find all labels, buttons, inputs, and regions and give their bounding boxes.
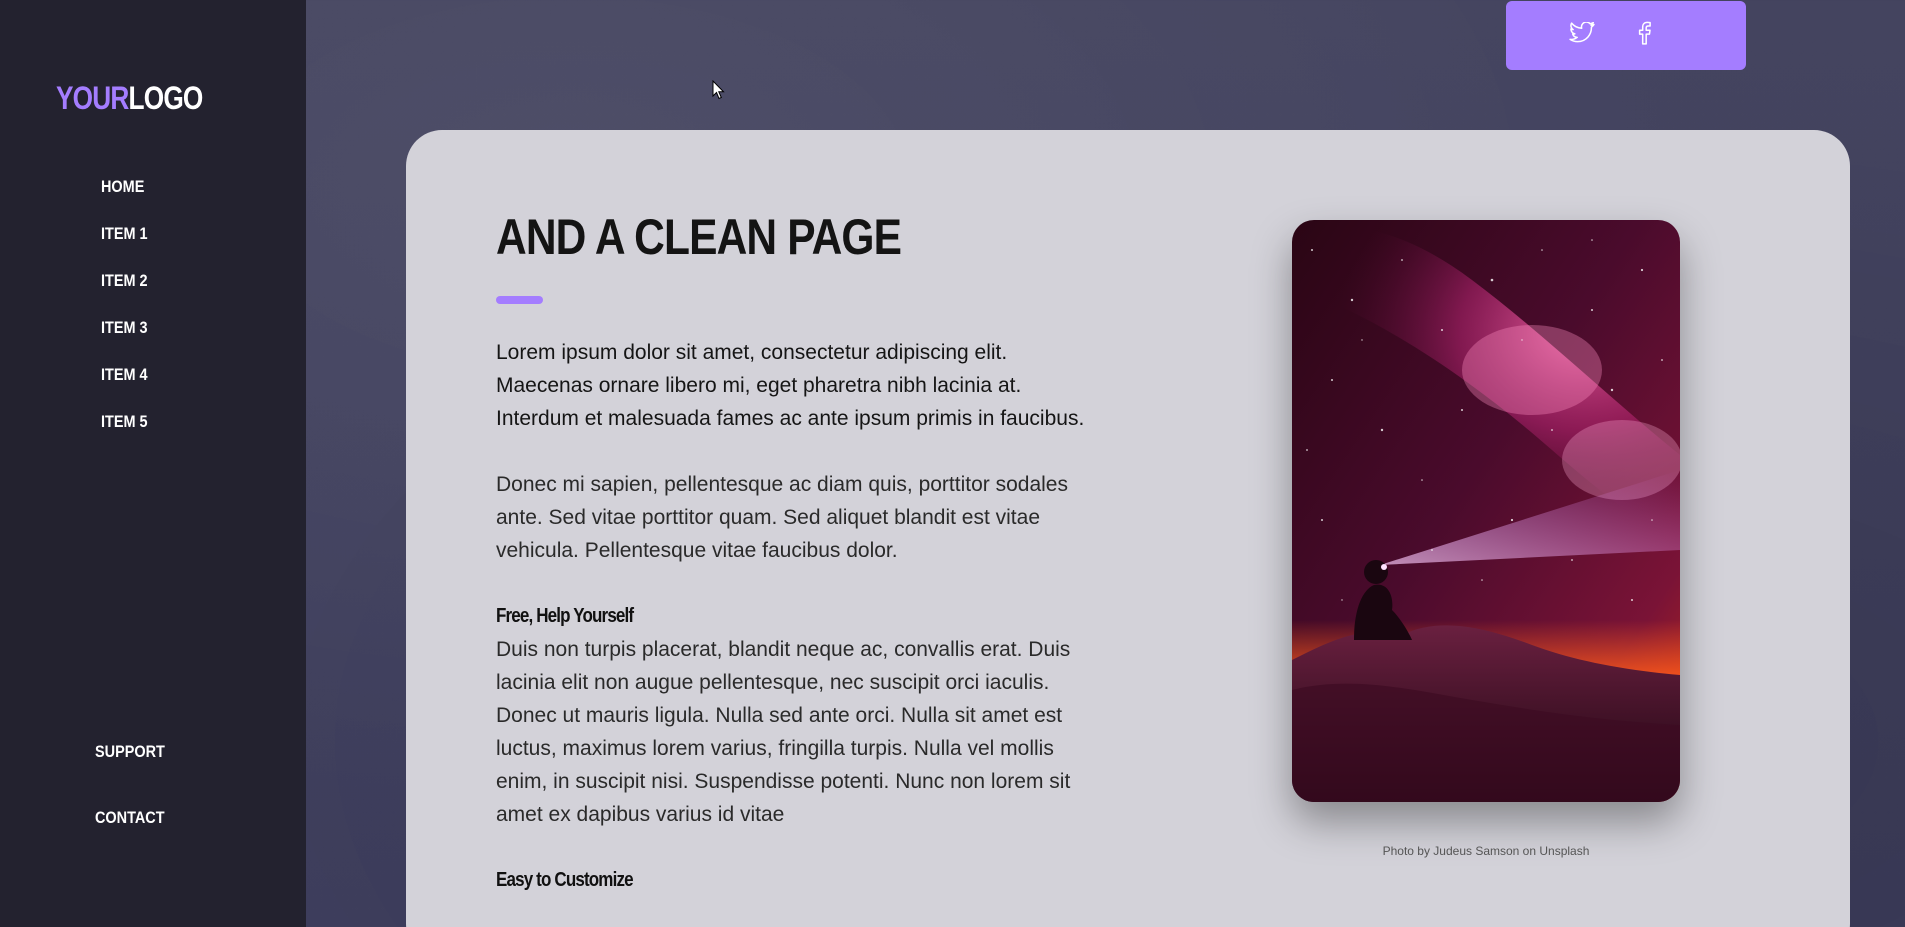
title-accent-bar <box>496 296 543 304</box>
content-card: AND A CLEAN PAGE Lorem ipsum dolor sit a… <box>406 130 1850 927</box>
contact-link[interactable]: CONTACT <box>95 803 165 833</box>
nav-item-5: ITEM 5 <box>101 407 156 454</box>
nav-item-contact: CONTACT <box>95 803 177 869</box>
nav-item-4: ITEM 4 <box>101 360 156 407</box>
social-links-bar <box>1506 1 1746 70</box>
mouse-cursor-icon <box>712 80 725 100</box>
nav-link-item-4[interactable]: ITEM 4 <box>101 360 148 390</box>
body-paragraph-1: Donec mi sapien, pellentesque ac diam qu… <box>496 473 1068 562</box>
logo-part-your: YOUR <box>56 80 129 116</box>
section-heading-customize: Easy to Customize <box>496 869 634 891</box>
nav-link-home[interactable]: HOME <box>101 172 144 202</box>
logo[interactable]: YOURLOGO <box>56 78 203 118</box>
section-text-free: Duis non turpis placerat, blandit neque … <box>496 638 1071 826</box>
nav-link-item-2[interactable]: ITEM 2 <box>101 266 148 296</box>
hero-photo <box>1292 220 1680 802</box>
support-link[interactable]: SUPPORT <box>95 737 165 767</box>
nav-item-home: HOME <box>101 172 156 219</box>
section-heading-free: Free, Help Yourself <box>496 605 634 627</box>
nav-link-item-5[interactable]: ITEM 5 <box>101 407 148 437</box>
nav-item-support: SUPPORT <box>95 737 177 803</box>
nav-link-item-1[interactable]: ITEM 1 <box>101 219 148 249</box>
facebook-icon[interactable] <box>1630 19 1658 47</box>
twitter-icon[interactable] <box>1568 19 1596 47</box>
main-nav: HOME ITEM 1 ITEM 2 ITEM 3 ITEM 4 ITEM 5 <box>101 172 156 454</box>
sidebar: YOURLOGO HOME ITEM 1 ITEM 2 ITEM 3 ITEM … <box>0 0 306 927</box>
logo-part-logo: LOGO <box>128 80 204 116</box>
article-body: Lorem ipsum dolor sit amet, consectetur … <box>496 336 1086 897</box>
page-title: AND A CLEAN PAGE <box>496 209 902 265</box>
nav-item-3: ITEM 3 <box>101 313 156 360</box>
nav-link-item-3[interactable]: ITEM 3 <box>101 313 148 343</box>
bottom-nav: SUPPORT CONTACT <box>95 737 177 869</box>
nav-item-2: ITEM 2 <box>101 266 156 313</box>
lead-paragraph: Lorem ipsum dolor sit amet, consectetur … <box>496 341 1085 430</box>
nav-item-1: ITEM 1 <box>101 219 156 266</box>
photo-caption: Photo by Judeus Samson on Unsplash <box>1382 844 1590 858</box>
